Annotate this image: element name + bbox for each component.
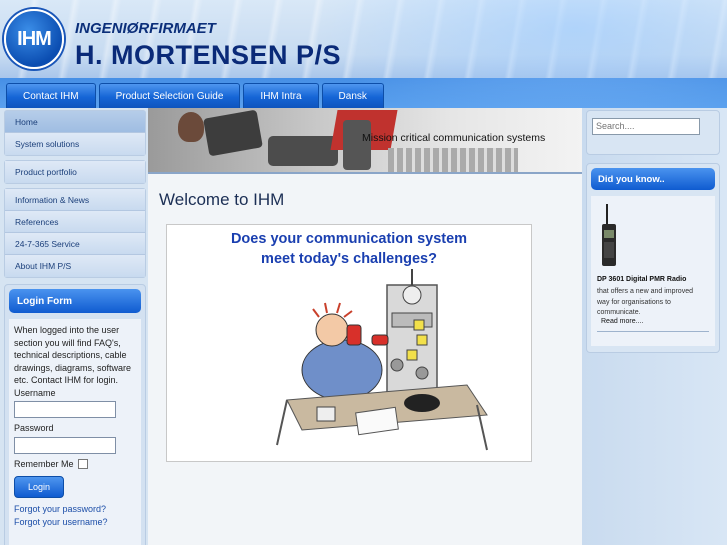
banner-tagline: Mission critical communication systems bbox=[362, 132, 546, 144]
product-name: DP 3601 Digital PMR Radio bbox=[597, 276, 687, 283]
search-module bbox=[586, 110, 720, 155]
menu-item-system-solutions[interactable]: System solutions bbox=[5, 133, 145, 155]
menu-group-info: Information & News References 24-7-365 S… bbox=[4, 188, 146, 278]
tab-dansk[interactable]: Dansk bbox=[321, 83, 384, 108]
header-banner-image: Mission critical communication systems bbox=[148, 108, 582, 174]
menu-item-information-news[interactable]: Information & News bbox=[5, 189, 145, 211]
stressed-operator-illustration bbox=[276, 269, 488, 451]
login-panel: Login Form When logged into the user sec… bbox=[4, 284, 146, 545]
did-you-know-module: Did you know.. DP 3601 Digital PMR Radio… bbox=[586, 163, 720, 353]
tab-ihm-intra[interactable]: IHM Intra bbox=[243, 83, 319, 108]
menu-item-references[interactable]: References bbox=[5, 211, 145, 233]
login-form-title: Login Form bbox=[9, 289, 141, 313]
search-input[interactable] bbox=[592, 117, 700, 135]
remember-me-row: Remember Me bbox=[14, 458, 136, 471]
login-form: When logged into the user section you wi… bbox=[9, 319, 141, 545]
forgot-username-link[interactable]: Forgot your username? bbox=[14, 516, 136, 529]
main-content: Mission critical communication systems W… bbox=[148, 108, 582, 545]
username-label: Username bbox=[14, 387, 56, 398]
tab-contact-ihm[interactable]: Contact IHM bbox=[6, 83, 96, 108]
radio-icon[interactable] bbox=[600, 204, 618, 268]
divider bbox=[597, 331, 709, 332]
login-intro: When logged into the user section you wi… bbox=[14, 325, 132, 385]
username-input[interactable] bbox=[14, 401, 116, 418]
product-description: that offers a new and improved way for o… bbox=[597, 288, 693, 316]
company-name: H. MORTENSEN P/S bbox=[75, 40, 342, 70]
password-input[interactable] bbox=[14, 436, 116, 454]
menu-item-home[interactable]: Home bbox=[5, 111, 145, 133]
password-label: Password bbox=[14, 423, 54, 433]
hero-illustration: Does your communication system meet toda… bbox=[166, 224, 532, 462]
read-more-link[interactable]: Read more.... bbox=[601, 318, 643, 325]
site-header: IHM INGENIØRFIRMAET H. MORTENSEN P/S Con… bbox=[0, 0, 727, 108]
did-you-know-body: DP 3601 Digital PMR Radio that offers a … bbox=[591, 196, 715, 346]
ihm-logo[interactable]: IHM bbox=[4, 9, 64, 69]
top-navigation: Contact IHM Product Selection Guide IHM … bbox=[6, 83, 384, 108]
menu-group-main: Home System solutions bbox=[4, 110, 146, 156]
forgot-password-link[interactable]: Forgot your password? bbox=[14, 503, 136, 516]
login-button[interactable]: Login bbox=[14, 476, 64, 498]
company-subtitle: INGENIØRFIRMAET bbox=[75, 20, 216, 37]
right-sidebar: Did you know.. DP 3601 Digital PMR Radio… bbox=[586, 110, 720, 360]
did-you-know-title: Did you know.. bbox=[591, 168, 715, 190]
page-title: Welcome to IHM bbox=[159, 190, 285, 209]
remember-me-label: Remember Me bbox=[14, 458, 74, 469]
tab-product-selection-guide[interactable]: Product Selection Guide bbox=[98, 83, 241, 108]
menu-item-about[interactable]: About IHM P/S bbox=[5, 255, 145, 277]
remember-me-checkbox[interactable] bbox=[77, 458, 88, 469]
menu-item-service[interactable]: 24-7-365 Service bbox=[5, 233, 145, 255]
menu-item-product-portfolio[interactable]: Product portfolio bbox=[5, 161, 145, 183]
left-sidebar: Home System solutions Product portfolio … bbox=[4, 110, 146, 545]
menu-group-products: Product portfolio bbox=[4, 160, 146, 184]
